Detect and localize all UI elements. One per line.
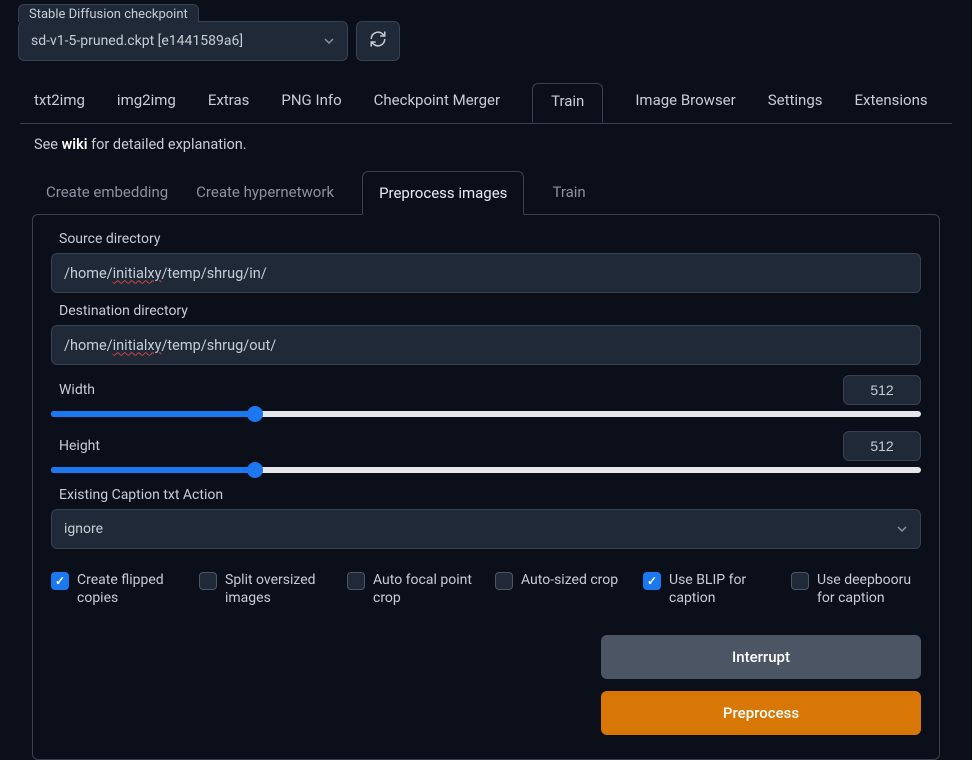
- create-flipped-label: Create flipped copies: [77, 571, 181, 607]
- tab-pnginfo[interactable]: PNG Info: [281, 83, 341, 122]
- height-slider[interactable]: [51, 467, 921, 473]
- auto-focal-label: Auto focal point crop: [373, 571, 477, 607]
- auto-focal-checkbox[interactable]: [347, 572, 365, 590]
- width-slider[interactable]: [51, 411, 921, 417]
- wiki-link[interactable]: wiki: [62, 136, 88, 153]
- use-deepbooru-checkbox[interactable]: [791, 572, 809, 590]
- subtab-create-hypernetwork[interactable]: Create hypernetwork: [196, 171, 334, 214]
- tab-train[interactable]: Train: [532, 83, 603, 123]
- source-dir-label: Source directory: [59, 231, 921, 247]
- tab-image-browser[interactable]: Image Browser: [635, 83, 735, 122]
- interrupt-button[interactable]: Interrupt: [601, 635, 921, 679]
- wiki-line: See wiki for detailed explanation.: [0, 124, 972, 171]
- source-dir-input[interactable]: /home/initialxy/temp/shrug/in/: [51, 253, 921, 293]
- create-flipped-checkbox[interactable]: [51, 572, 69, 590]
- checkbox-row: Create flipped copies Split oversized im…: [51, 571, 921, 607]
- height-value[interactable]: [843, 431, 921, 461]
- width-value[interactable]: [843, 375, 921, 405]
- use-deepbooru-label: Use deepbooru for caption: [817, 571, 921, 607]
- preprocess-panel: Source directory /home/initialxy/temp/sh…: [32, 214, 940, 760]
- reload-button[interactable]: [356, 21, 400, 61]
- slider-thumb[interactable]: [247, 462, 263, 478]
- dest-dir-input[interactable]: /home/initialxy/temp/shrug/out/: [51, 325, 921, 365]
- subtab-create-embedding[interactable]: Create embedding: [46, 171, 168, 214]
- slider-thumb[interactable]: [247, 406, 263, 422]
- main-tabs: txt2img img2img Extras PNG Info Checkpoi…: [0, 71, 972, 123]
- tab-extensions[interactable]: Extensions: [855, 83, 928, 122]
- sub-tabs: Create embedding Create hypernetwork Pre…: [0, 171, 972, 214]
- tab-settings[interactable]: Settings: [768, 83, 823, 122]
- split-oversized-checkbox[interactable]: [199, 572, 217, 590]
- dest-dir-label: Destination directory: [59, 303, 921, 319]
- caption-action-label: Existing Caption txt Action: [59, 487, 921, 503]
- auto-sized-checkbox[interactable]: [495, 572, 513, 590]
- checkpoint-select[interactable]: sd-v1-5-pruned.ckpt [e1441589a6]: [18, 21, 348, 61]
- chevron-down-icon: [896, 523, 908, 535]
- subtab-preprocess-images[interactable]: Preprocess images: [362, 171, 524, 215]
- reload-icon: [369, 30, 387, 52]
- caption-action-value: ignore: [64, 521, 103, 537]
- caption-action-select[interactable]: ignore: [51, 509, 921, 549]
- checkpoint-value: sd-v1-5-pruned.ckpt [e1441589a6]: [31, 33, 243, 49]
- tab-extras[interactable]: Extras: [208, 83, 250, 122]
- chevron-down-icon: [323, 35, 335, 47]
- use-blip-label: Use BLIP for caption: [669, 571, 773, 607]
- height-label: Height: [59, 438, 100, 454]
- use-blip-checkbox[interactable]: [643, 572, 661, 590]
- width-label: Width: [59, 382, 95, 398]
- split-oversized-label: Split oversized images: [225, 571, 329, 607]
- tab-img2img[interactable]: img2img: [117, 83, 176, 122]
- auto-sized-label: Auto-sized crop: [521, 571, 618, 589]
- tab-checkpoint-merger[interactable]: Checkpoint Merger: [374, 83, 500, 122]
- subtab-train[interactable]: Train: [552, 171, 585, 214]
- checkpoint-label: Stable Diffusion checkpoint: [18, 4, 199, 22]
- preprocess-button[interactable]: Preprocess: [601, 691, 921, 735]
- tab-txt2img[interactable]: txt2img: [34, 83, 85, 122]
